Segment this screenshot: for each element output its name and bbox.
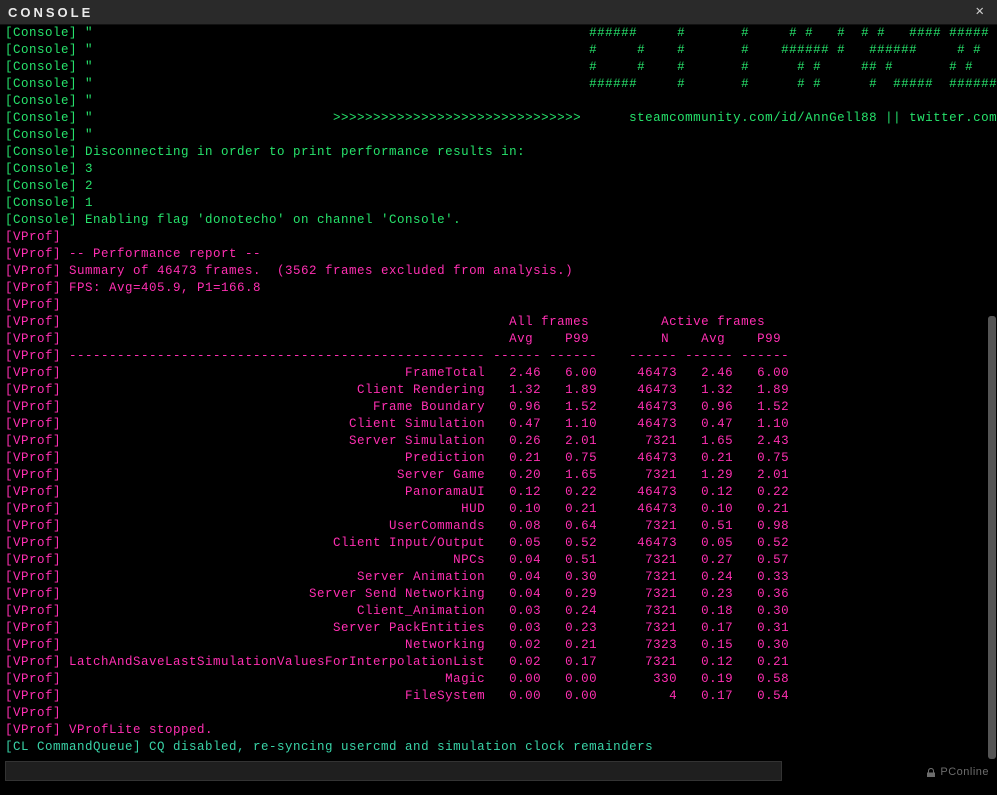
command-queue-line: [CL CommandQueue] CQ disabled, re-syncin… (5, 739, 997, 756)
console-line: [Console] " # # # # # # ## # # # # (5, 59, 997, 76)
console-line: [Console] " (5, 127, 997, 144)
vprof-header-line: [VProf] Summary of 46473 frames. (3562 f… (5, 263, 997, 280)
window-title: CONSOLE (8, 4, 93, 21)
scrollbar-thumb[interactable] (988, 316, 996, 759)
vprof-row: [VProf] Magic 0.00 0.00 330 0.19 0.58 (5, 671, 997, 688)
vprof-footer-line: [VProf] VProfLite stopped. (5, 722, 997, 739)
vprof-row: [VProf] UserCommands 0.08 0.64 7321 0.51… (5, 518, 997, 535)
vprof-header-line: [VProf] --------------------------------… (5, 348, 997, 365)
watermark: PConline (925, 764, 989, 781)
console-line: [Console] 3 (5, 161, 997, 178)
vprof-footer-line: [VProf] (5, 705, 997, 722)
vprof-row: [VProf] NPCs 0.04 0.51 7321 0.27 0.57 (5, 552, 997, 569)
vprof-header-line: [VProf] Avg P99 N Avg P99 (5, 331, 997, 348)
console-output[interactable]: [Console] " ###### # # # # # # # #### ##… (5, 25, 997, 759)
vprof-row: [VProf] FrameTotal 2.46 6.00 46473 2.46 … (5, 365, 997, 382)
command-input[interactable] (5, 761, 782, 781)
console-line: [Console] Disconnecting in order to prin… (5, 144, 997, 161)
vprof-header-line: [VProf] (5, 297, 997, 314)
scrollbar-track[interactable] (988, 316, 996, 759)
vprof-row: [VProf] Client Input/Output 0.05 0.52 46… (5, 535, 997, 552)
vprof-header-line: [VProf] All frames Active frames (5, 314, 997, 331)
vprof-row: [VProf] Client Simulation 0.47 1.10 4647… (5, 416, 997, 433)
vprof-row: [VProf] Prediction 0.21 0.75 46473 0.21 … (5, 450, 997, 467)
console-line: [Console] " ###### # # # # # # # #### ##… (5, 25, 997, 42)
vprof-row: [VProf] PanoramaUI 0.12 0.22 46473 0.12 … (5, 484, 997, 501)
vprof-row: [VProf] Server Simulation 0.26 2.01 7321… (5, 433, 997, 450)
vprof-header-line: [VProf] FPS: Avg=405.9, P1=166.8 (5, 280, 997, 297)
console-line: [Console] " # # # # ###### # ###### # # … (5, 42, 997, 59)
console-line: [Console] " >>>>>>>>>>>>>>>>>>>>>>>>>>>>… (5, 110, 997, 127)
vprof-header-line: [VProf] (5, 229, 997, 246)
console-line: [Console] " (5, 93, 997, 110)
vprof-row: [VProf] Client Rendering 1.32 1.89 46473… (5, 382, 997, 399)
console-line: [Console] Enabling flag 'donotecho' on c… (5, 212, 997, 229)
titlebar[interactable]: CONSOLE ✕ (0, 0, 997, 25)
vprof-row: [VProf] HUD 0.10 0.21 46473 0.10 0.21 (5, 501, 997, 518)
vprof-row: [VProf] LatchAndSaveLastSimulationValues… (5, 654, 997, 671)
vprof-row: [VProf] Server Game 0.20 1.65 7321 1.29 … (5, 467, 997, 484)
vprof-row: [VProf] Server Send Networking 0.04 0.29… (5, 586, 997, 603)
vprof-row: [VProf] Client_Animation 0.03 0.24 7321 … (5, 603, 997, 620)
vprof-row: [VProf] Frame Boundary 0.96 1.52 46473 0… (5, 399, 997, 416)
vprof-row: [VProf] Server Animation 0.04 0.30 7321 … (5, 569, 997, 586)
console-line: [Console] 1 (5, 195, 997, 212)
close-icon[interactable]: ✕ (971, 4, 989, 21)
vprof-row: [VProf] FileSystem 0.00 0.00 4 0.17 0.54 (5, 688, 997, 705)
console-line: [Console] 2 (5, 178, 997, 195)
vprof-header-line: [VProf] -- Performance report -- (5, 246, 997, 263)
watermark-text: PConline (940, 764, 989, 781)
vprof-row: [VProf] Server PackEntities 0.03 0.23 73… (5, 620, 997, 637)
watermark-icon (925, 767, 937, 779)
console-line: [Console] " ###### # # # # # ##### #####… (5, 76, 997, 93)
vprof-row: [VProf] Networking 0.02 0.21 7323 0.15 0… (5, 637, 997, 654)
